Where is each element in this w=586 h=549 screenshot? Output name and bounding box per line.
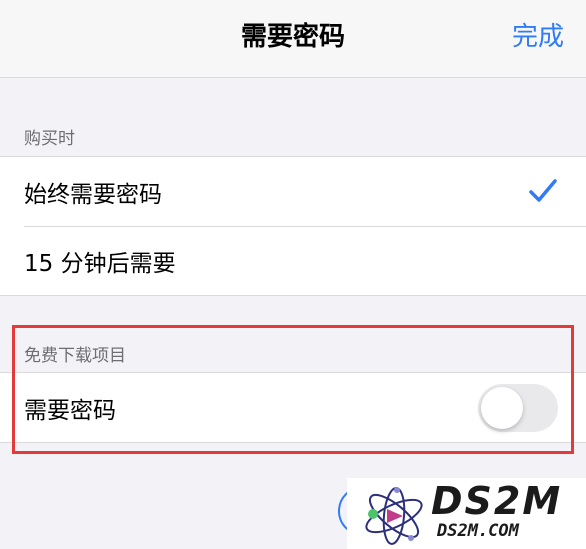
atom-logo-icon bbox=[365, 487, 423, 545]
highlight-annotation-box bbox=[12, 325, 574, 454]
watermark-site: DS2M.COM bbox=[437, 521, 519, 541]
option-always-require[interactable]: 始终需要密码 bbox=[0, 157, 586, 226]
option-15-minutes[interactable]: 15 分钟后需要 bbox=[0, 226, 586, 295]
section-header-purchase: 购买时 bbox=[24, 129, 75, 149]
watermark-brand: DS2M bbox=[431, 479, 563, 523]
purchase-options-group: 始终需要密码 15 分钟后需要 bbox=[0, 156, 586, 296]
navigation-bar: 需要密码 完成 bbox=[0, 0, 586, 78]
watermark: DS2M DS2M.COM bbox=[347, 478, 586, 549]
page-title: 需要密码 bbox=[240, 22, 345, 52]
option-label: 始终需要密码 bbox=[24, 181, 162, 208]
checkmark-icon bbox=[529, 179, 557, 202]
done-button[interactable]: 完成 bbox=[512, 16, 564, 53]
option-label: 15 分钟后需要 bbox=[24, 250, 176, 277]
